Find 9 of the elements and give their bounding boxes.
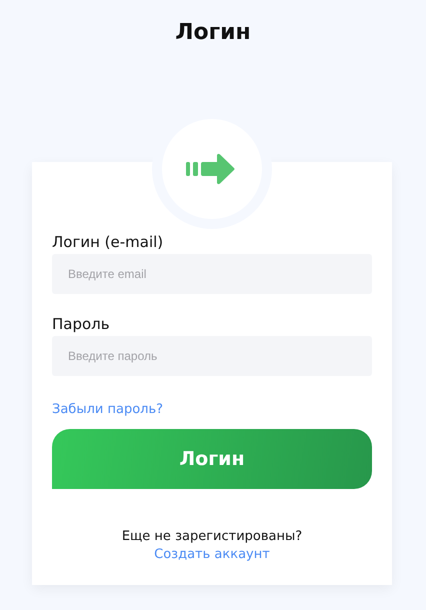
signup-prompt: Еще не зарегистированы? xyxy=(122,529,302,544)
input-field[interactable]: Введите пароль xyxy=(52,336,372,376)
input-field[interactable]: Введите email xyxy=(52,254,372,294)
page-title: Логин xyxy=(174,19,252,47)
login-button[interactable]: Логин xyxy=(52,429,372,489)
field-label: Логин (e-mail) xyxy=(52,232,164,252)
field-label: Пароль xyxy=(52,314,111,334)
create-account-link[interactable]: Создать аккаунт xyxy=(154,547,270,562)
forgot-password-link[interactable]: Забыли пароль? xyxy=(52,402,164,417)
